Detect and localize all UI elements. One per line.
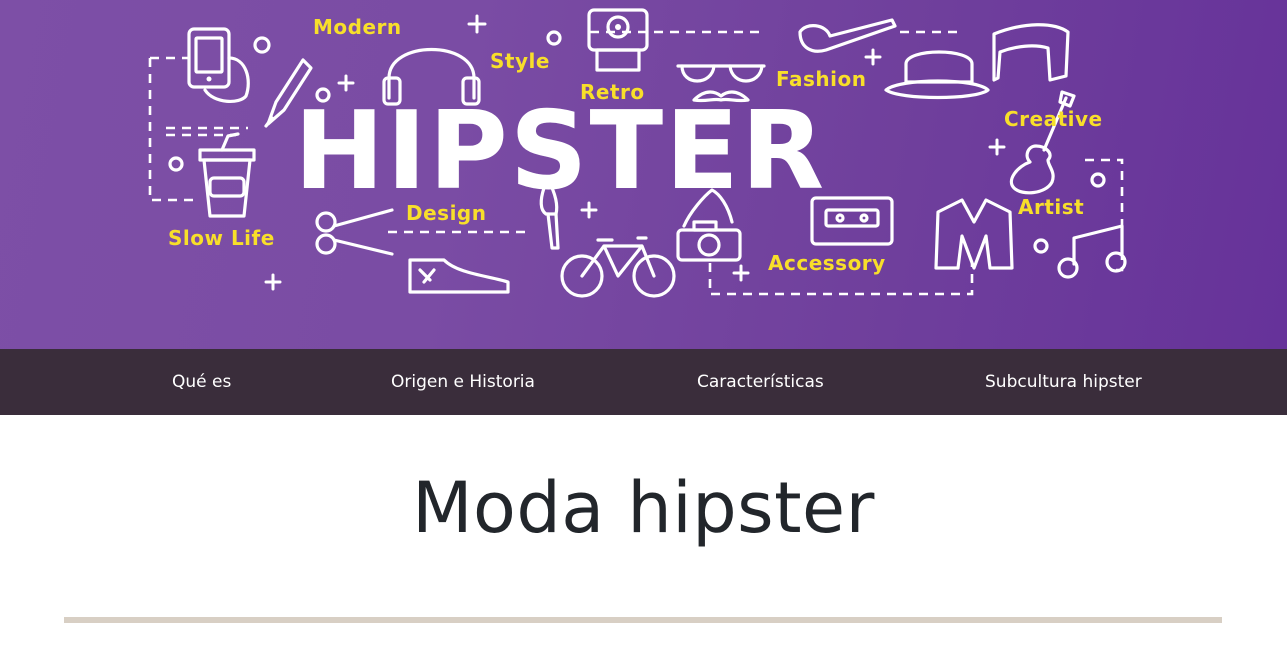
jacket-icon — [934, 198, 1014, 270]
word-modern: Modern — [313, 15, 402, 39]
sneaker-icon — [408, 258, 510, 294]
smartphone-icon — [187, 27, 271, 103]
music-note-icon — [1057, 224, 1127, 279]
pipe-icon — [798, 18, 897, 53]
main-navigation: Qué es Origen e Historia Características… — [0, 349, 1287, 415]
scarf-icon — [992, 23, 1070, 82]
nav-link-caracteristicas[interactable]: Características — [697, 349, 824, 415]
nav-link-origen-historia[interactable]: Origen e Historia — [391, 349, 535, 415]
instant-camera-icon — [587, 8, 649, 72]
word-artist: Artist — [1018, 195, 1084, 219]
hipster-illustration: HIPSTER Modern Style Retro Fashion Creat… — [148, 8, 1127, 298]
hero-banner-image: HIPSTER Modern Style Retro Fashion Creat… — [0, 0, 1287, 349]
word-design: Design — [406, 201, 486, 225]
coffee-cup-icon — [198, 132, 256, 218]
hipster-main-word: HIPSTER — [294, 89, 826, 214]
nav-link-que-es[interactable]: Qué es — [172, 349, 231, 415]
hat-icon — [884, 50, 990, 100]
word-retro: Retro — [580, 80, 645, 104]
word-creative: Creative — [1004, 107, 1103, 131]
scissors-icon — [315, 208, 394, 256]
page-title: Moda hipster — [412, 467, 875, 549]
word-accessory: Accessory — [768, 251, 886, 275]
word-fashion: Fashion — [776, 67, 866, 91]
word-style: Style — [490, 49, 550, 73]
section-divider — [64, 617, 1222, 623]
word-slow-life: Slow Life — [168, 226, 275, 250]
nav-link-subcultura-hipster[interactable]: Subcultura hipster — [985, 349, 1142, 415]
bicycle-icon — [560, 236, 676, 298]
